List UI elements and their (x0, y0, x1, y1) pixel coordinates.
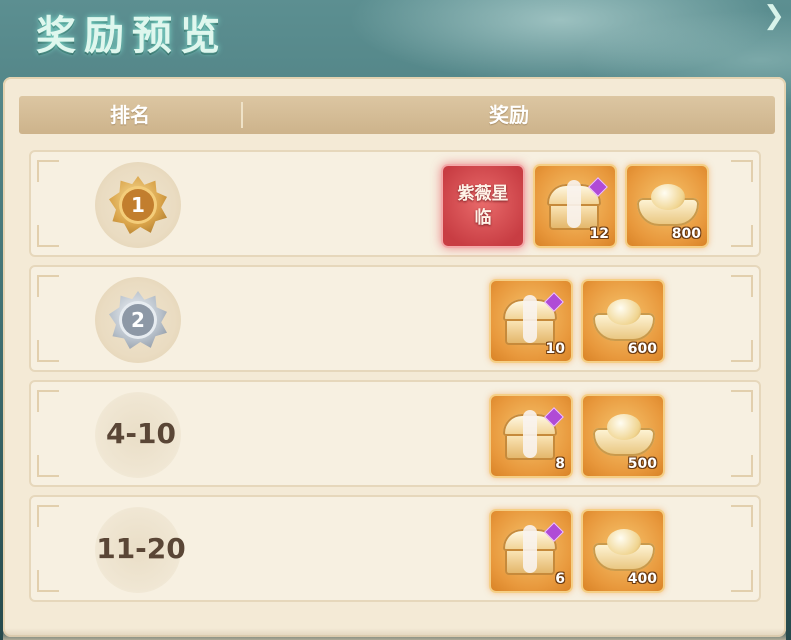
reward-item-chest[interactable]: 10 (489, 279, 573, 363)
rank-number: 2 (122, 304, 154, 336)
treasure-chest-icon (501, 522, 564, 577)
treasure-chest-icon (545, 177, 608, 232)
reward-item-chest[interactable]: 8 (489, 394, 573, 478)
reward-item-chest[interactable]: 12 (533, 164, 617, 248)
header-rank: 排名 (110, 103, 150, 127)
reward-item-gold-ingot[interactable]: 500 (581, 394, 665, 478)
title-badge-label: 紫薇星临 (457, 184, 509, 228)
item-count: 10 (545, 341, 565, 357)
reward-item-gold-ingot[interactable]: 600 (581, 279, 665, 363)
reward-item-gold-ingot[interactable]: 400 (581, 509, 665, 593)
header-reward: 奖励 (489, 103, 529, 127)
corner-ornament (731, 570, 753, 592)
reward-item-chest[interactable]: 6 (489, 509, 573, 593)
treasure-chest-icon (501, 292, 564, 347)
panel-bottom-edge (3, 628, 786, 640)
gold-ingot-icon (593, 414, 655, 458)
table-row: 1 紫薇星临 12 800 (29, 150, 761, 257)
gold-ingot-icon (637, 184, 699, 228)
item-count: 500 (627, 456, 657, 472)
item-count: 6 (555, 571, 565, 587)
table-row: 2 10 600 (29, 265, 761, 372)
corner-ornament (37, 570, 59, 592)
item-count: 12 (589, 226, 609, 242)
reward-item-title-badge[interactable]: 紫薇星临 (441, 164, 525, 248)
gold-ingot-icon (593, 529, 655, 573)
table-row: 4-10 8 500 (29, 380, 761, 487)
treasure-chest-icon (501, 407, 564, 462)
rank-emblem: 2 (95, 277, 181, 363)
corner-ornament (731, 340, 753, 362)
item-count: 800 (671, 226, 701, 242)
item-count: 600 (627, 341, 657, 357)
rank-range: 11-20 (96, 532, 186, 565)
back-arrow-icon[interactable]: ❯ (760, 2, 788, 30)
corner-ornament (731, 455, 753, 477)
table-header: 排名 奖励 (19, 96, 775, 134)
corner-ornament (37, 340, 59, 362)
item-count: 400 (627, 571, 657, 587)
page-title: 奖励预览 (36, 12, 228, 59)
corner-ornament (731, 225, 753, 247)
reward-item-gold-ingot[interactable]: 800 (625, 164, 709, 248)
rank-range: 4-10 (105, 417, 177, 450)
rank-number: 1 (122, 189, 154, 221)
rank-emblem: 1 (95, 162, 181, 248)
table-row: 11-20 6 400 (29, 495, 761, 602)
corner-ornament (37, 455, 59, 477)
gold-ingot-icon (593, 299, 655, 343)
reward-preview-panel: 排名 奖励 1 紫薇星临 12 800 2 10 600 4-10 8 500 … (3, 77, 786, 637)
corner-ornament (37, 225, 59, 247)
item-count: 8 (555, 456, 565, 472)
